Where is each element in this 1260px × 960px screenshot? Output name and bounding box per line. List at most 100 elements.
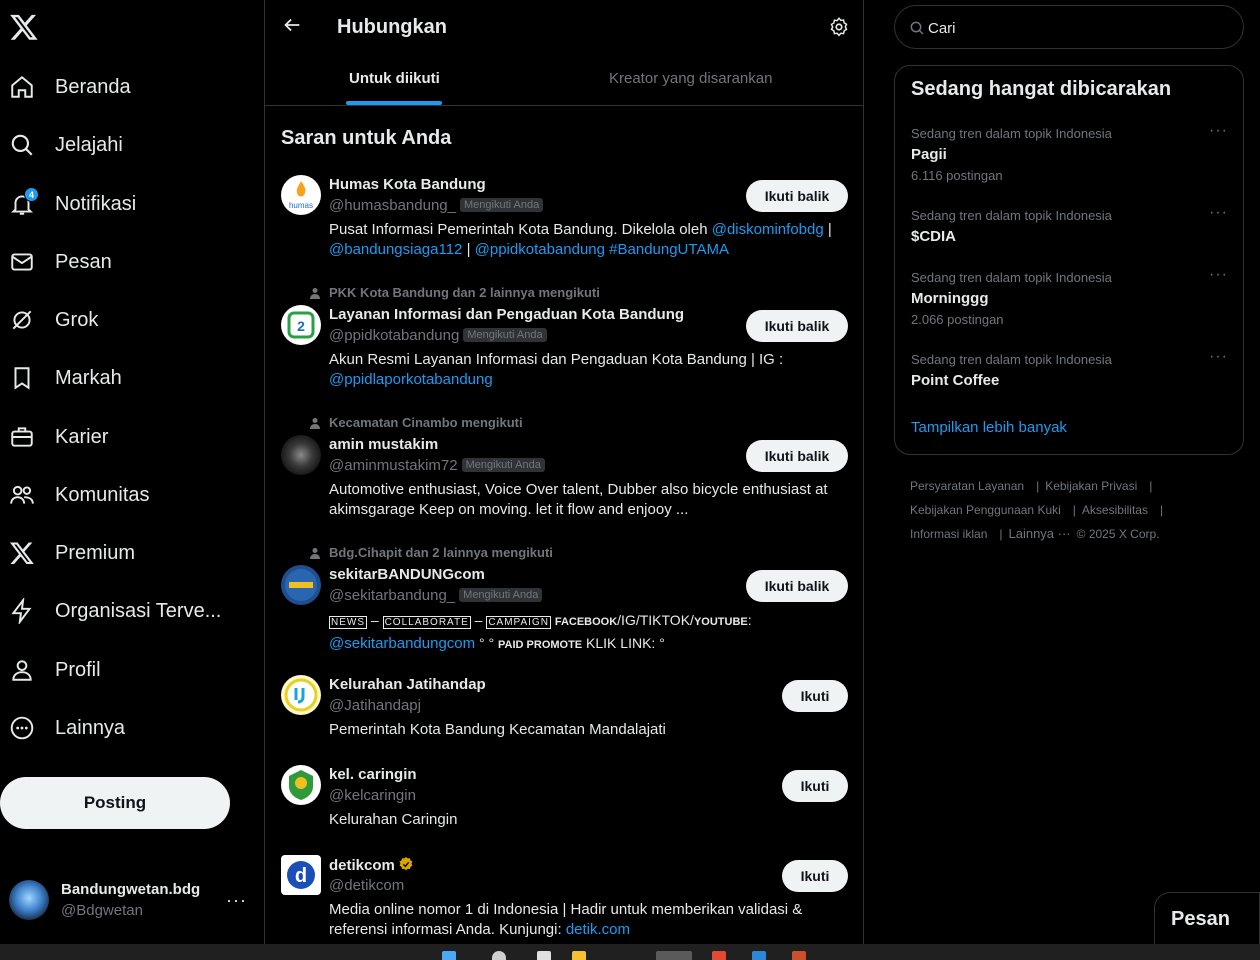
account-name[interactable]: sekitarBANDUNGcom <box>329 566 485 583</box>
follows-you-badge: Mengikuti Anda <box>463 328 547 342</box>
windows-start-icon[interactable] <box>442 951 456 960</box>
search-bar[interactable] <box>894 5 1244 49</box>
account-bio: Media online nomor 1 di Indonesia | Hadi… <box>329 900 849 940</box>
account-name[interactable]: Kelurahan Jatihandap <box>329 676 486 693</box>
follow-back-button[interactable]: Ikuti balik <box>746 180 848 212</box>
bio-link[interactable]: @bandungsiaga112 <box>329 241 462 258</box>
follow-back-button[interactable]: Ikuti balik <box>746 310 848 342</box>
nav-premium[interactable]: Premium <box>0 528 250 578</box>
tab-to-follow[interactable]: Untuk diikuti <box>349 70 440 87</box>
nav-label: Organisasi Terve... <box>55 599 222 622</box>
x-logo-icon[interactable] <box>9 12 39 42</box>
taskbar-app-icon[interactable] <box>752 951 766 960</box>
nav-label: Pesan <box>55 250 112 273</box>
follow-back-button[interactable]: Ikuti balik <box>746 570 848 602</box>
person-icon <box>310 548 320 559</box>
bio-link[interactable]: #BandungUTAMA <box>609 241 729 258</box>
handle-text: @ppidkotabandung <box>329 327 460 344</box>
nav-home[interactable]: Beranda <box>0 62 250 112</box>
nav-label: Premium <box>55 541 136 564</box>
account-handle: @detikcom <box>329 877 405 894</box>
bio-link[interactable]: @ppidkotabandung <box>475 241 605 258</box>
search-icon[interactable] <box>492 951 506 960</box>
home-icon <box>11 75 33 98</box>
footer-link[interactable]: Lainnya ··· <box>1009 526 1071 541</box>
follow-button[interactable]: Ikuti <box>782 680 848 712</box>
account-handle: @Bdgwetan <box>61 902 143 919</box>
follow-button[interactable]: Ikuti <box>782 860 848 892</box>
section-title: Saran untuk Anda <box>281 127 452 149</box>
footer-separator: | <box>1159 503 1164 517</box>
account-switcher[interactable]: Bandungwetan.bdg @Bdgwetan ··· <box>0 872 260 928</box>
account-handle: @kelcaringin <box>329 787 416 804</box>
nav-jobs[interactable]: Karier <box>0 412 250 462</box>
post-button[interactable]: Posting <box>0 777 230 829</box>
file-explorer-icon[interactable] <box>572 951 586 960</box>
taskbar-app-icon[interactable] <box>712 951 726 960</box>
follow-button[interactable]: Ikuti <box>782 770 848 802</box>
nav-label: Grok <box>55 308 99 331</box>
account-name[interactable]: amin mustakim <box>329 436 438 453</box>
account-name[interactable]: Layanan Informasi dan Pengaduan Kota Ban… <box>329 306 684 323</box>
taskbar-app-icon[interactable] <box>656 951 692 960</box>
social-context: Bdg.Cihapit dan 2 lainnya mengikuti <box>329 545 553 560</box>
trend-meta: Sedang tren dalam topik Indonesia <box>911 126 1112 141</box>
nav-bookmarks[interactable]: Markah <box>0 353 250 403</box>
footer-link[interactable]: Informasi iklan <box>910 527 987 541</box>
bio-text: COLLABORATE <box>382 616 471 629</box>
more-icon[interactable]: ··· <box>1209 204 1228 222</box>
more-icon[interactable]: ··· <box>1209 348 1228 366</box>
bio-link[interactable]: @ppidlaporkotabandung <box>329 371 493 388</box>
nav-communities[interactable]: Komunitas <box>0 470 250 520</box>
x-logo-icon <box>9 542 34 565</box>
handle-text: @humasbandung_ <box>329 197 456 214</box>
social-context: PKK Kota Bandung dan 2 lainnya mengikuti <box>329 285 600 300</box>
nav-label: Markah <box>55 366 122 389</box>
nav-verified-orgs[interactable]: Organisasi Terve... <box>0 586 250 636</box>
show-more-link[interactable]: Tampilkan lebih banyak <box>911 419 1067 436</box>
account-name[interactable]: kel. caringin <box>329 766 417 783</box>
footer-links: Persyaratan Layanan | Kebijakan Privasi | K… <box>910 474 1230 546</box>
nav-messages[interactable]: Pesan <box>0 237 250 287</box>
nav-notifications[interactable]: 4 Notifikasi <box>0 179 250 229</box>
nav-explore[interactable]: Jelajahi <box>0 120 250 170</box>
gear-icon[interactable] <box>828 16 850 38</box>
avatar <box>281 675 321 715</box>
account-name: Bandungwetan.bdg <box>61 881 201 898</box>
nav-label: Notifikasi <box>55 192 137 215</box>
trend-name: Pagii <box>911 146 947 163</box>
more-icon[interactable]: ··· <box>1209 122 1228 140</box>
social-context: Kecamatan Cinambo mengikuti <box>329 415 523 430</box>
bio-link[interactable]: @diskominfobdg <box>712 221 824 238</box>
messages-drawer[interactable]: Pesan <box>1154 892 1260 944</box>
search-input[interactable] <box>928 16 1228 40</box>
bio-link[interactable]: @sekitarbandungcom <box>329 635 475 652</box>
nav-profile[interactable]: Profil <box>0 645 250 695</box>
footer-link[interactable]: Kebijakan Penggunaan Kuki <box>910 503 1061 517</box>
svg-text:2: 2 <box>297 318 305 334</box>
nav-more[interactable]: Lainnya <box>0 703 250 753</box>
more-icon[interactable]: ··· <box>1209 266 1228 284</box>
nav-grok[interactable]: Grok <box>0 295 250 345</box>
taskbar-app-icon[interactable] <box>792 951 806 960</box>
footer-link[interactable]: Aksesibilitas <box>1082 503 1148 517</box>
main-column: Hubungkan Untuk diikuti Kreator yang dis… <box>264 0 864 944</box>
person-icon <box>310 288 320 299</box>
follow-back-button[interactable]: Ikuti balik <box>746 440 848 472</box>
account-name[interactable]: Humas Kota Bandung <box>329 176 486 193</box>
task-view-icon[interactable] <box>537 951 551 960</box>
back-arrow-icon[interactable] <box>281 14 303 36</box>
more-icon[interactable]: ··· <box>226 890 247 911</box>
bio-link[interactable]: detik.com <box>566 921 630 938</box>
people-icon <box>10 485 34 504</box>
avatar: d <box>281 855 321 895</box>
notification-badge: 4 <box>24 187 39 202</box>
account-name[interactable]: detikcom <box>329 856 414 874</box>
footer-link[interactable]: Persyaratan Layanan <box>910 479 1024 493</box>
footer-link[interactable]: Kebijakan Privasi <box>1045 479 1137 493</box>
bio-text: | <box>823 221 832 238</box>
tab-creators[interactable]: Kreator yang disarankan <box>609 70 772 87</box>
person-icon <box>310 418 320 429</box>
svg-text:humas: humas <box>289 201 313 210</box>
search-icon <box>11 134 33 156</box>
